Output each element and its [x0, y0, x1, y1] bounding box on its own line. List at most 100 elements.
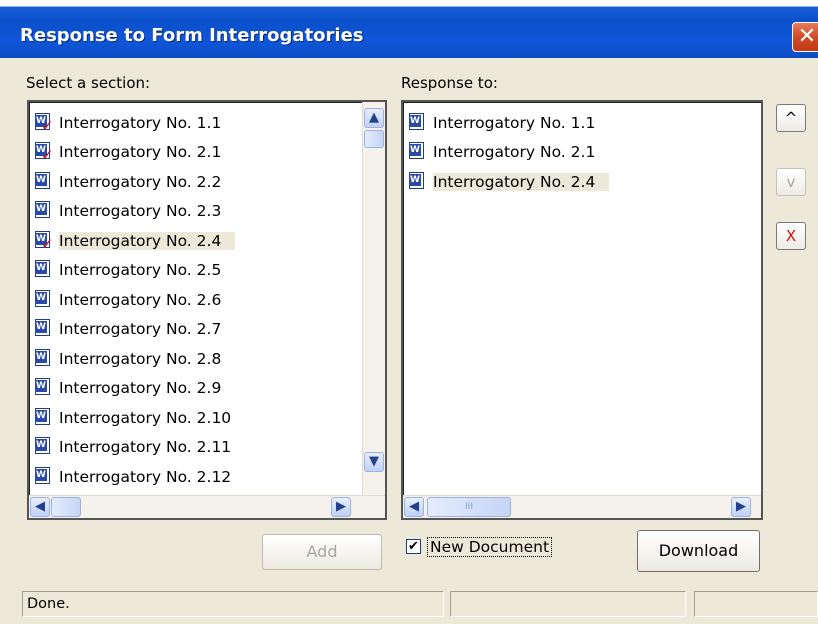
new-document-checkbox[interactable]: ✔	[406, 539, 421, 554]
remove-button[interactable]: X	[776, 222, 806, 250]
list-item[interactable]: W Interrogatory No. 2.7	[33, 315, 385, 345]
document-page-icon: W	[35, 289, 50, 307]
chevron-up-icon: ▲	[369, 110, 379, 125]
select-section-label: Select a section:	[26, 74, 151, 92]
section-list-items: W ✓ Interrogatory No. 1.1 W ✓ Interrogatory N…	[33, 108, 385, 492]
list-item[interactable]: W Interrogatory No. 2.5	[33, 256, 385, 286]
list-item[interactable]: W Interrogatory No. 2.2	[33, 167, 385, 197]
list-item-label: Interrogatory No. 2.11	[59, 438, 232, 457]
word-document-icon: W	[407, 171, 431, 193]
scroll-right-button[interactable]: ▶	[731, 497, 751, 517]
scroll-left-button[interactable]: ◀	[30, 497, 50, 517]
word-logo-icon: W	[35, 262, 47, 275]
word-document-icon: W	[33, 466, 57, 488]
response-list-hscroll[interactable]: ◀ III ▶	[403, 495, 761, 518]
chevron-left-icon: ◀	[409, 499, 419, 514]
word-logo-icon: W	[409, 144, 421, 157]
list-item-label: Interrogatory No. 2.1	[59, 143, 222, 162]
download-button[interactable]: Download	[637, 530, 760, 572]
list-item[interactable]: W Interrogatory No. 2.10	[33, 403, 385, 433]
word-document-icon: W ✓	[33, 112, 57, 134]
list-item[interactable]: W Interrogatory No. 2.11	[33, 433, 385, 463]
list-item[interactable]: W Interrogatory No. 2.12	[33, 462, 385, 492]
remove-icon: X	[785, 227, 797, 245]
word-logo-icon: W	[35, 439, 47, 452]
chevron-right-icon: ▶	[336, 499, 346, 514]
word-document-icon: W	[407, 141, 431, 163]
word-document-icon: W ✓	[33, 141, 57, 163]
word-logo-icon: W	[35, 321, 47, 334]
scroll-down-button[interactable]: ▼	[364, 452, 384, 472]
checkmark-icon: ✓	[41, 116, 54, 135]
status-cell-2	[450, 591, 686, 617]
chevron-down-icon: ▼	[369, 454, 379, 469]
document-page-icon: W	[35, 466, 50, 484]
grip-icon: III	[465, 502, 473, 512]
document-page-icon: W	[35, 407, 50, 425]
list-item-label: Interrogatory No. 2.6	[59, 290, 222, 309]
scroll-right-button[interactable]: ▶	[331, 497, 351, 517]
list-item-label: Interrogatory No. 2.10	[59, 408, 232, 427]
add-button-label: Add	[306, 542, 338, 561]
word-logo-icon: W	[35, 203, 47, 216]
list-item[interactable]: W Interrogatory No. 2.6	[33, 285, 385, 315]
word-logo-icon: W	[35, 468, 47, 481]
list-item-label: Interrogatory No. 2.1	[433, 143, 596, 162]
scroll-up-button[interactable]: ▲	[364, 108, 384, 128]
word-logo-icon: W	[35, 409, 47, 422]
document-page-icon: W	[35, 260, 50, 278]
response-list[interactable]: W Interrogatory No. 1.1 W Interrogatory No.…	[401, 100, 763, 520]
list-item[interactable]: W ✓ Interrogatory No. 1.1	[33, 108, 385, 138]
status-bar: Done.	[0, 584, 818, 624]
word-document-icon: W	[33, 318, 57, 340]
list-item-label: Interrogatory No. 2.3	[59, 202, 222, 221]
list-item-label: Interrogatory No. 2.8	[59, 349, 222, 368]
document-page-icon: W	[35, 437, 50, 455]
window-title: Response to Form Interrogatories	[20, 25, 364, 46]
close-icon: ✕	[797, 24, 817, 49]
scroll-left-button[interactable]: ◀	[404, 497, 424, 517]
hscroll-thumb[interactable]	[51, 497, 81, 517]
list-item-label: Interrogatory No. 2.5	[59, 261, 222, 280]
document-page-icon: W	[35, 319, 50, 337]
close-button[interactable]: ✕	[792, 22, 818, 52]
section-list[interactable]: W ✓ Interrogatory No. 1.1 W ✓ Interrogatory N…	[27, 100, 387, 520]
chevron-left-icon: ◀	[35, 499, 45, 514]
word-document-icon: W	[33, 348, 57, 370]
list-item[interactable]: W Interrogatory No. 2.9	[33, 374, 385, 404]
add-button[interactable]: Add	[262, 534, 382, 570]
list-item[interactable]: W Interrogatory No. 2.1	[407, 138, 761, 168]
checkmark-icon: ✔	[408, 539, 419, 554]
word-logo-icon: W	[35, 173, 47, 186]
hscroll-thumb[interactable]: III	[427, 497, 511, 517]
word-logo-icon: W	[35, 380, 47, 393]
list-item[interactable]: W Interrogatory No. 2.3	[33, 197, 385, 227]
word-document-icon: W	[33, 436, 57, 458]
list-item[interactable]: W ✓ Interrogatory No. 2.4	[33, 226, 385, 256]
new-document-label[interactable]: New Document	[426, 537, 553, 557]
move-up-button[interactable]: ^	[776, 104, 806, 132]
list-item-label: Interrogatory No. 1.1	[433, 113, 596, 132]
status-text: Done.	[22, 591, 444, 617]
word-document-icon: W	[33, 200, 57, 222]
list-item-label: Interrogatory No. 2.4	[59, 231, 236, 250]
word-document-icon: W	[33, 171, 57, 193]
document-page-icon: W	[35, 348, 50, 366]
list-item[interactable]: W ✓ Interrogatory No. 2.1	[33, 138, 385, 168]
list-item[interactable]: W Interrogatory No. 2.8	[33, 344, 385, 374]
list-item[interactable]: W Interrogatory No. 2.4	[407, 167, 761, 197]
vscroll-thumb[interactable]	[364, 130, 384, 148]
list-item[interactable]: W Interrogatory No. 1.1	[407, 108, 761, 138]
caret-up-icon: ^	[784, 109, 798, 127]
checkmark-icon: ✓	[41, 146, 54, 165]
section-list-vscroll[interactable]: ▲ ▼	[362, 102, 385, 496]
response-to-label: Response to:	[401, 74, 498, 92]
section-list-hscroll[interactable]: ◀ ▶	[29, 495, 385, 518]
title-bar: Response to Form Interrogatories	[0, 0, 818, 58]
word-document-icon: W	[33, 377, 57, 399]
response-list-items: W Interrogatory No. 1.1 W Interrogatory No.…	[407, 108, 761, 197]
word-logo-icon: W	[35, 350, 47, 363]
checkmark-icon: ✓	[41, 234, 54, 253]
word-logo-icon: W	[35, 291, 47, 304]
move-down-button[interactable]: v	[776, 168, 806, 196]
